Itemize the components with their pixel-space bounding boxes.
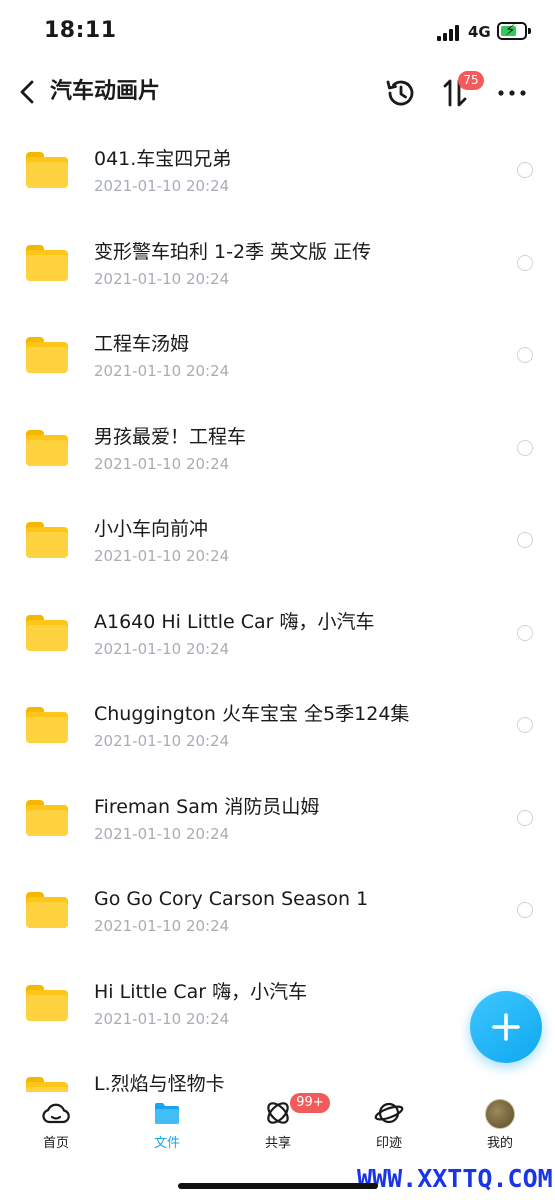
tab-home[interactable]: 首页 — [21, 1098, 91, 1154]
share-badge: 99+ — [290, 1093, 330, 1113]
file-date: 2021-01-10 20:24 — [94, 269, 230, 288]
file-date: 2021-01-10 20:24 — [94, 454, 230, 473]
tab-label: 文件 — [153, 1136, 180, 1151]
tab-me[interactable]: 我的 — [465, 1098, 535, 1154]
file-row[interactable]: 041.车宝四兄弟 2021-01-10 20:24 — [0, 120, 555, 213]
plus-icon — [492, 1013, 520, 1041]
folder-icon — [26, 892, 68, 928]
status-time: 18:11 — [44, 18, 117, 43]
file-date: 2021-01-10 20:24 — [94, 824, 230, 843]
home-indicator — [178, 1183, 378, 1189]
tab-label: 共享 — [264, 1136, 291, 1151]
folder-icon — [155, 1103, 179, 1124]
file-name: Go Go Cory Carson Season 1 — [94, 888, 369, 910]
tab-label: 我的 — [486, 1136, 513, 1151]
file-row[interactable]: Fireman Sam 消防员山姆 2021-01-10 20:24 — [0, 768, 555, 861]
select-checkbox[interactable] — [517, 254, 533, 271]
file-name: Fireman Sam 消防员山姆 — [94, 795, 320, 818]
folder-icon — [26, 152, 68, 188]
tab-files[interactable]: 文件 — [132, 1098, 202, 1154]
file-name: Chuggington 火车宝宝 全5季124集 — [94, 703, 410, 725]
select-checkbox[interactable] — [517, 624, 533, 641]
watermark: WWW.XXTTQ.COM — [357, 1164, 553, 1193]
select-checkbox[interactable] — [517, 532, 533, 548]
battery-icon: ⚡ — [497, 21, 527, 40]
file-date: 2021-01-10 20:24 — [94, 732, 230, 750]
file-row[interactable]: 工程车汤姆 2021-01-10 20:24 — [0, 305, 555, 398]
file-row[interactable]: L.烈焰与怪物卡 — [0, 1045, 555, 1092]
folder-icon — [26, 614, 68, 651]
file-name: 041.车宝四兄弟 — [94, 148, 232, 170]
file-name: 工程车汤姆 — [94, 333, 190, 355]
folder-icon — [26, 984, 68, 1021]
page-title: 汽车动画片 — [50, 79, 161, 104]
file-name: L.烈焰与怪物卡 — [94, 1073, 225, 1092]
planet-icon — [374, 1102, 404, 1124]
select-checkbox[interactable] — [517, 809, 533, 826]
file-name: 小小车向前冲 — [94, 518, 209, 540]
select-checkbox[interactable] — [517, 439, 533, 456]
folder-icon — [26, 337, 68, 373]
back-icon[interactable] — [12, 76, 44, 108]
network-type: 4G — [468, 23, 491, 41]
file-row[interactable]: A1640 Hi Little Car 嗨，小汽车 2021-01-10 20:… — [0, 583, 555, 676]
status-bar: 18:11 4G ⚡ — [0, 0, 555, 64]
add-button[interactable] — [470, 991, 542, 1063]
battery-cap — [528, 28, 531, 34]
tab-label: 印迹 — [375, 1136, 402, 1151]
select-checkbox[interactable] — [517, 347, 533, 363]
signal-icon — [437, 25, 461, 41]
file-name: 变形警车珀利 1-2季 英文版 正传 — [94, 240, 372, 263]
file-row[interactable]: 小小车向前冲 2021-01-10 20:24 — [0, 490, 555, 583]
file-date: 2021-01-10 20:24 — [94, 639, 230, 658]
folder-icon — [26, 799, 68, 836]
file-date: 2021-01-10 20:24 — [94, 547, 230, 565]
folder-icon — [26, 429, 68, 466]
nav-bar: 汽车动画片 75 — [0, 64, 555, 120]
folder-icon — [26, 244, 68, 281]
file-name: A1640 Hi Little Car 嗨，小汽车 — [94, 610, 375, 633]
sort-badge: 75 — [458, 71, 484, 90]
file-row[interactable]: 变形警车珀利 1-2季 英文版 正传 2021-01-10 20:24 — [0, 213, 555, 306]
file-row[interactable]: Go Go Cory Carson Season 1 2021-01-10 20… — [0, 860, 555, 953]
file-name: 男孩最爱！工程车 — [94, 425, 247, 448]
file-date: 2021-01-10 20:24 — [94, 1009, 230, 1028]
select-checkbox[interactable] — [517, 902, 533, 918]
file-row[interactable]: Chuggington 火车宝宝 全5季124集 2021-01-10 20:2… — [0, 675, 555, 768]
select-checkbox[interactable] — [517, 162, 533, 178]
file-list: 041.车宝四兄弟 2021-01-10 20:24 变形警车珀利 1-2季 英… — [0, 120, 555, 1092]
more-icon[interactable] — [495, 76, 529, 110]
avatar — [485, 1099, 515, 1129]
history-icon[interactable] — [383, 76, 417, 110]
file-row[interactable]: 男孩最爱！工程车 2021-01-10 20:24 — [0, 398, 555, 491]
file-date: 2021-01-10 20:24 — [94, 177, 230, 195]
file-name: Hi Little Car 嗨，小汽车 — [94, 980, 308, 1003]
folder-icon — [26, 707, 68, 743]
file-date: 2021-01-10 20:24 — [94, 362, 230, 380]
share-orbit-icon — [267, 1102, 289, 1124]
folder-icon — [26, 1077, 68, 1092]
folder-icon — [26, 522, 68, 558]
home-cloud-icon — [42, 1103, 70, 1124]
tab-traces[interactable]: 印迹 — [354, 1098, 424, 1154]
file-date: 2021-01-10 20:24 — [94, 917, 230, 935]
select-checkbox[interactable] — [517, 717, 533, 733]
tab-label: 首页 — [42, 1136, 69, 1151]
